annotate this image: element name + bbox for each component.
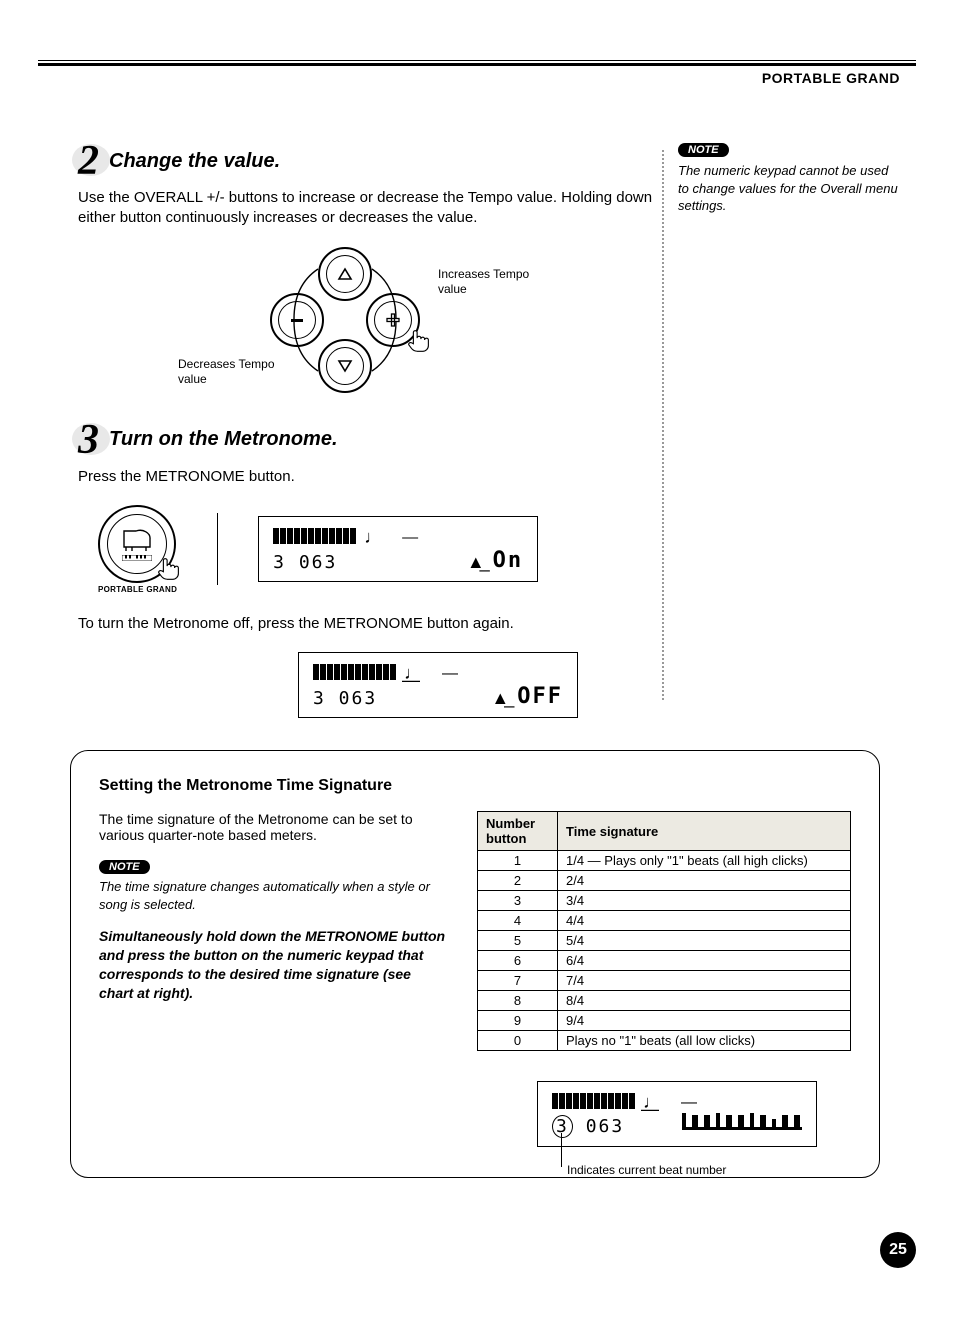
note-pill: NOTE: [99, 860, 150, 874]
lcd-text: OFF: [517, 684, 563, 709]
lcd-text: On: [493, 548, 524, 573]
quarter-note-icon: ♩: [364, 527, 382, 548]
overall-buttons-diagram: Increases Tempo value Decreases Tempo va…: [118, 247, 658, 407]
step3-heading: 3 Turn on the Metronome.: [78, 419, 658, 461]
step3-title: Turn on the Metronome.: [109, 428, 338, 451]
decrease-tempo-label: Decreases Tempo value: [178, 357, 298, 387]
table-row: 44/4: [478, 911, 851, 931]
lcd-display-on: ♩ — 3 063 ▲̲ On: [258, 516, 538, 582]
table-header-number: Number button: [478, 812, 558, 851]
beat-number-caption: Indicates current beat number: [567, 1163, 727, 1177]
table-row: 33/4: [478, 891, 851, 911]
metronome-icon: ▲̲: [467, 552, 485, 573]
increase-tempo-label: Increases Tempo value: [438, 267, 558, 297]
table-row: 55/4: [478, 931, 851, 951]
minus-icon: —: [681, 1094, 697, 1112]
table-header-timesig: Time signature: [558, 812, 851, 851]
page-number-badge: 25: [880, 1232, 916, 1268]
table-row: 11/4 — Plays only "1" beats (all high cl…: [478, 851, 851, 871]
side-note: NOTE The numeric keypad cannot be used t…: [678, 140, 898, 215]
note-pill: NOTE: [678, 143, 729, 157]
lcd-number: 3 063: [552, 1115, 624, 1138]
quarter-note-struck-icon: ♩—: [643, 1092, 661, 1113]
panel-instruction: Simultaneously hold down the METRONOME b…: [99, 927, 449, 1003]
table-row: 77/4: [478, 971, 851, 991]
beat-bars-icon: [313, 664, 396, 680]
step2-heading: 2 Change the value.: [78, 140, 658, 182]
lcd-display-beat: ♩— — 3 063: [537, 1081, 817, 1147]
side-note-text: The numeric keypad cannot be used to cha…: [678, 162, 898, 215]
step-number-2: 2: [78, 140, 99, 182]
beat-bars-icon: [552, 1093, 635, 1109]
step2-title: Change the value.: [109, 150, 280, 173]
metronome-icon: ▲̲: [491, 688, 509, 709]
vertical-divider: [662, 150, 664, 700]
table-row: 0Plays no "1" beats (all low clicks): [478, 1031, 851, 1051]
panel-note-text: The time signature changes automatically…: [99, 878, 449, 913]
grand-piano-icon: [120, 527, 154, 553]
callout-line: [561, 1133, 562, 1167]
table-row: 88/4: [478, 991, 851, 1011]
minus-icon: —: [442, 665, 458, 683]
table-row: 66/4: [478, 951, 851, 971]
lcd-display-off: ♩— — 3 063 ▲̲ OFF: [298, 652, 578, 718]
panel-title: Setting the Metronome Time Signature: [99, 777, 851, 795]
beat-bars-icon: [273, 528, 356, 544]
lcd-number: 3 063: [313, 688, 377, 709]
portable-grand-label: PORTABLE GRAND: [98, 585, 177, 594]
page-header: PORTABLE GRAND: [38, 60, 916, 66]
step3-body: Press the METRONOME button.: [78, 467, 658, 487]
panel-intro: The time signature of the Metronome can …: [99, 811, 449, 843]
header-section-title: PORTABLE GRAND: [762, 70, 900, 86]
table-row: 22/4: [478, 871, 851, 891]
step-number-3: 3: [78, 419, 99, 461]
minus-icon: —: [402, 529, 418, 547]
keyboard-icon: [122, 555, 152, 561]
table-body: 11/4 — Plays only "1" beats (all high cl…: [478, 851, 851, 1051]
main-column: 2 Change the value. Use the OVERALL +/- …: [78, 140, 658, 718]
current-beat-circle: 3: [552, 1115, 573, 1138]
divider: [217, 513, 218, 585]
metronome-off-text: To turn the Metronome off, press the MET…: [78, 614, 658, 634]
metronome-press-row: PORTABLE GRAND ♩ — 3 063 ▲̲ On: [98, 505, 658, 594]
portable-grand-button-illustration: PORTABLE GRAND: [98, 505, 177, 594]
quarter-note-struck-icon: ♩—: [404, 663, 422, 684]
time-signature-table: Number button Time signature 11/4 — Play…: [477, 811, 851, 1051]
table-row: 99/4: [478, 1011, 851, 1031]
step2-body: Use the OVERALL +/- buttons to increase …: [78, 188, 658, 229]
song-position-icon: [682, 1113, 802, 1138]
lcd-number: 3 063: [273, 552, 337, 573]
time-signature-panel: Setting the Metronome Time Signature The…: [70, 750, 880, 1178]
hand-pointer-icon: [154, 553, 184, 583]
